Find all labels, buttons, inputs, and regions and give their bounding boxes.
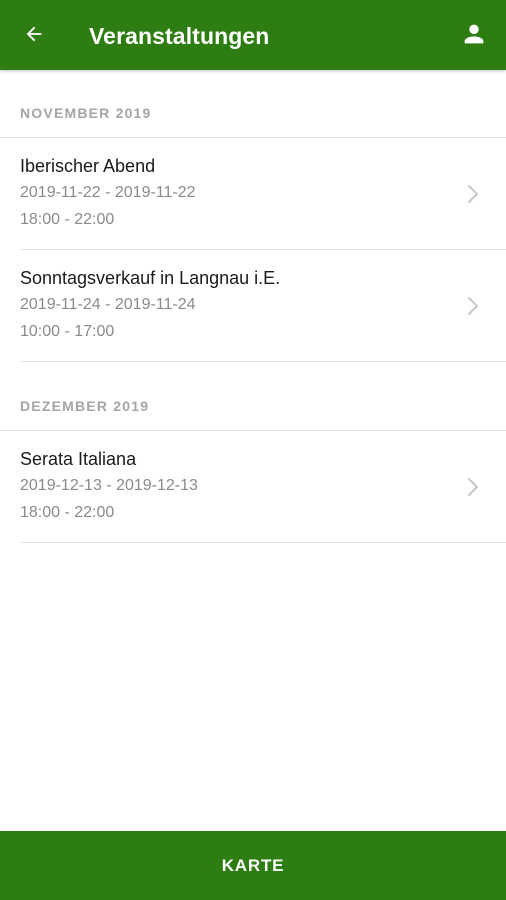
event-title: Sonntagsverkauf in Langnau i.E. [20, 268, 281, 288]
app-screen: Veranstaltungen NOVEMBER 2019 Iberischer… [0, 0, 506, 900]
event-time: 18:00 - 22:00 [20, 504, 115, 521]
map-button[interactable]: KARTE [0, 831, 506, 900]
arrow-left-icon [23, 23, 45, 50]
event-dates: 2019-12-13 - 2019-12-13 [20, 477, 198, 494]
person-icon [460, 20, 488, 53]
event-time: 18:00 - 22:00 [20, 211, 115, 228]
chevron-right-icon [468, 478, 478, 496]
event-item[interactable]: Iberischer Abend 2019-11-22 - 2019-11-22… [20, 138, 506, 250]
event-title: Iberischer Abend [20, 156, 156, 176]
app-bar: Veranstaltungen [0, 0, 506, 70]
chevron-right-icon [468, 185, 478, 203]
event-item[interactable]: Sonntagsverkauf in Langnau i.E. 2019-11-… [20, 250, 506, 362]
profile-button[interactable] [454, 16, 494, 56]
chevron-right-icon [468, 297, 478, 315]
event-time: 10:00 - 17:00 [20, 323, 115, 340]
map-button-label: KARTE [221, 855, 285, 875]
events-list: NOVEMBER 2019 Iberischer Abend 2019-11-2… [0, 70, 506, 543]
event-title: Serata Italiana [20, 449, 137, 469]
event-item[interactable]: Serata Italiana 2019-12-13 - 2019-12-13 … [20, 431, 506, 543]
event-dates: 2019-11-24 - 2019-11-24 [20, 296, 196, 313]
section-header: DEZEMBER 2019 [0, 362, 506, 431]
page-title: Veranstaltungen [89, 23, 270, 49]
event-dates: 2019-11-22 - 2019-11-22 [20, 184, 196, 201]
section-header: NOVEMBER 2019 [0, 70, 506, 138]
back-button[interactable] [14, 16, 54, 56]
